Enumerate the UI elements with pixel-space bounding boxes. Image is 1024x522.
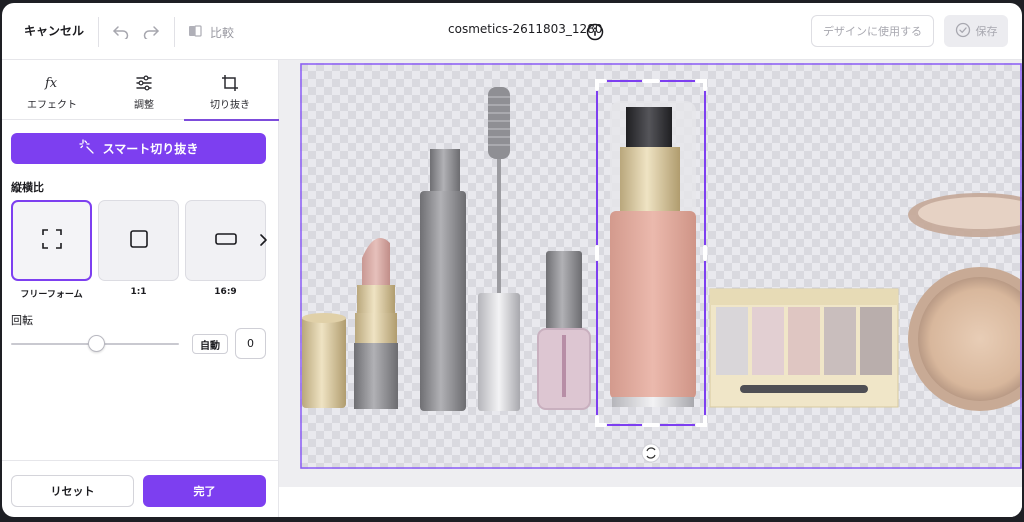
use-in-design-button[interactable]: デザインに使用する xyxy=(811,15,934,47)
file-name: cosmetics-2611803_1280 xyxy=(448,22,603,36)
tab-effects-label: エフェクト xyxy=(27,100,77,111)
compare-label: 比較 xyxy=(210,25,235,40)
smart-crop-label: スマート切り抜き xyxy=(102,142,199,156)
image-canvas[interactable] xyxy=(300,63,1022,469)
sliders-icon xyxy=(135,74,153,92)
eyeshadow-palette xyxy=(709,288,899,408)
lipstick-cap xyxy=(302,313,346,408)
side-panel: fx エフェクト 調整 切り抜き スマート切り抜き 縦横比 フリーフォーム 1:… xyxy=(2,60,279,517)
divider xyxy=(2,460,279,461)
save-label: 保存 xyxy=(975,25,998,38)
undo-icon[interactable] xyxy=(110,21,132,43)
tab-crop[interactable]: 切り抜き xyxy=(184,60,279,121)
foundation-bottle xyxy=(610,101,696,407)
divider xyxy=(98,17,99,47)
ratio-square[interactable] xyxy=(98,200,179,281)
reset-button[interactable]: リセット xyxy=(11,475,134,507)
auto-rotate-button[interactable]: 自動 xyxy=(192,334,228,354)
compare-button[interactable]: 比較 xyxy=(188,21,234,43)
crop-icon xyxy=(221,74,239,92)
tab-effects[interactable]: fx エフェクト xyxy=(6,60,98,120)
canvas-footer xyxy=(279,487,1022,517)
divider xyxy=(174,17,175,47)
fx-icon: fx xyxy=(43,74,61,92)
check-circle-icon xyxy=(955,22,971,41)
rotation-slider-thumb[interactable] xyxy=(88,335,105,352)
rotate-handle-icon[interactable] xyxy=(641,443,661,463)
top-bar: キャンセル 比較 cosmetics-2611803_1280 デザインに使用す… xyxy=(2,3,1022,60)
freeform-icon xyxy=(41,228,63,254)
ratio-freeform[interactable] xyxy=(11,200,92,281)
crop-dialog: キャンセル 比較 cosmetics-2611803_1280 デザインに使用す… xyxy=(2,3,1022,517)
ratio-square-label: 1:1 xyxy=(130,287,147,297)
wide-rect-icon xyxy=(214,231,238,251)
tab-adjust[interactable]: 調整 xyxy=(98,60,190,120)
ratio-16-9-label: 16:9 xyxy=(214,287,237,297)
compact-powder xyxy=(908,193,1022,411)
rotation-heading: 回転 xyxy=(11,314,33,327)
smart-crop-button[interactable]: スマート切り抜き xyxy=(11,133,266,164)
tab-adjust-label: 調整 xyxy=(134,100,154,111)
redo-icon[interactable] xyxy=(140,21,162,43)
tab-crop-label: 切り抜き xyxy=(210,100,250,111)
aspect-ratio-heading: 縦横比 xyxy=(11,181,44,194)
chevron-right-icon[interactable] xyxy=(256,232,270,248)
magic-wand-icon xyxy=(79,139,95,158)
cancel-button[interactable]: キャンセル xyxy=(24,22,84,39)
compare-icon xyxy=(188,24,204,41)
save-button[interactable]: 保存 xyxy=(944,15,1008,47)
ratio-16-9[interactable] xyxy=(185,200,266,281)
square-icon xyxy=(129,229,149,253)
rotation-input[interactable]: 0 xyxy=(235,328,266,359)
panel-tabs: fx エフェクト 調整 切り抜き xyxy=(2,60,279,121)
svg-text:fx: fx xyxy=(44,76,58,91)
done-button[interactable]: 完了 xyxy=(143,475,266,507)
info-icon[interactable] xyxy=(586,23,604,41)
ratio-freeform-label: フリーフォーム xyxy=(20,290,83,300)
